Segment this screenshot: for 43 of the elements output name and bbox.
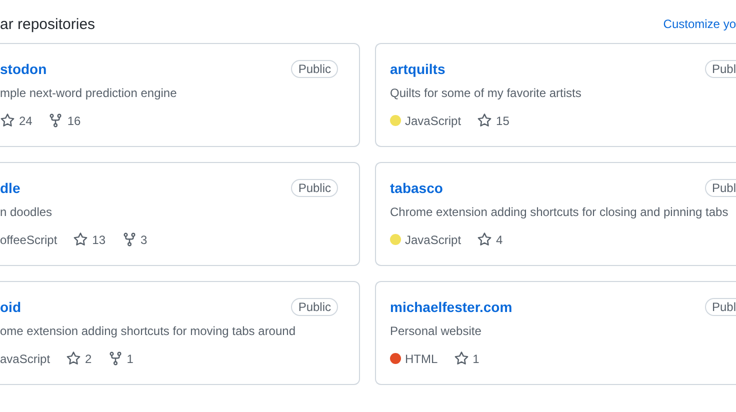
visibility-label: Public — [291, 179, 338, 197]
star-count[interactable]: 15 — [496, 114, 510, 128]
repo-name-link[interactable]: michaelfester.com — [390, 299, 512, 315]
language-name: JavaScript — [405, 114, 462, 128]
language-name: JavaScript — [405, 232, 462, 246]
visibility-label: Public — [291, 298, 338, 316]
repo-name-link[interactable]: tabasco — [390, 180, 443, 196]
repo-description: ome extension adding shortcuts for moving tabs around — [0, 324, 297, 338]
fork-icon — [48, 113, 64, 128]
language-name: avaScript — [0, 352, 50, 366]
visibility-label: Publ — [704, 179, 736, 197]
fork-icon — [122, 232, 137, 247]
fork-icon — [108, 351, 123, 366]
star-count[interactable]: 1 — [472, 352, 480, 366]
star-count[interactable]: 13 — [92, 232, 106, 246]
star-icon — [66, 351, 82, 366]
repo-name-link[interactable]: stodon — [0, 61, 47, 77]
language-name: HTML — [405, 352, 438, 366]
repo-name-link[interactable]: dle — [0, 180, 20, 196]
language-name: offeeScript — [0, 232, 58, 246]
star-icon — [0, 113, 15, 128]
visibility-label: Publ — [704, 298, 736, 316]
star-count[interactable]: 4 — [496, 232, 503, 246]
star-count[interactable]: 2 — [85, 352, 92, 366]
repo-name-link[interactable]: artquilts — [390, 61, 446, 77]
star-icon — [454, 351, 469, 366]
fork-count[interactable]: 3 — [140, 232, 148, 246]
repo-description: Chrome extension adding shortcuts for closing and pinning tabs — [390, 205, 730, 219]
star-icon — [477, 113, 492, 128]
star-icon — [477, 232, 492, 247]
visibility-label: Public — [291, 60, 338, 78]
customize-link[interactable]: Customize yo — [663, 17, 736, 31]
repo-description: n doodles — [0, 205, 54, 219]
repo-description: Personal website — [390, 324, 482, 338]
repo-description: Quilts for some of my favorite artists — [390, 86, 582, 100]
star-count[interactable]: 24 — [19, 114, 32, 128]
repo-description: mple next-word prediction engine — [0, 86, 178, 100]
fork-count[interactable]: 16 — [67, 114, 81, 128]
fork-count[interactable]: 1 — [126, 352, 134, 366]
visibility-label: Publ — [704, 60, 736, 78]
repo-name-link[interactable]: oid — [0, 299, 21, 315]
section-title: ar repositories — [0, 16, 96, 32]
star-icon — [73, 232, 88, 247]
